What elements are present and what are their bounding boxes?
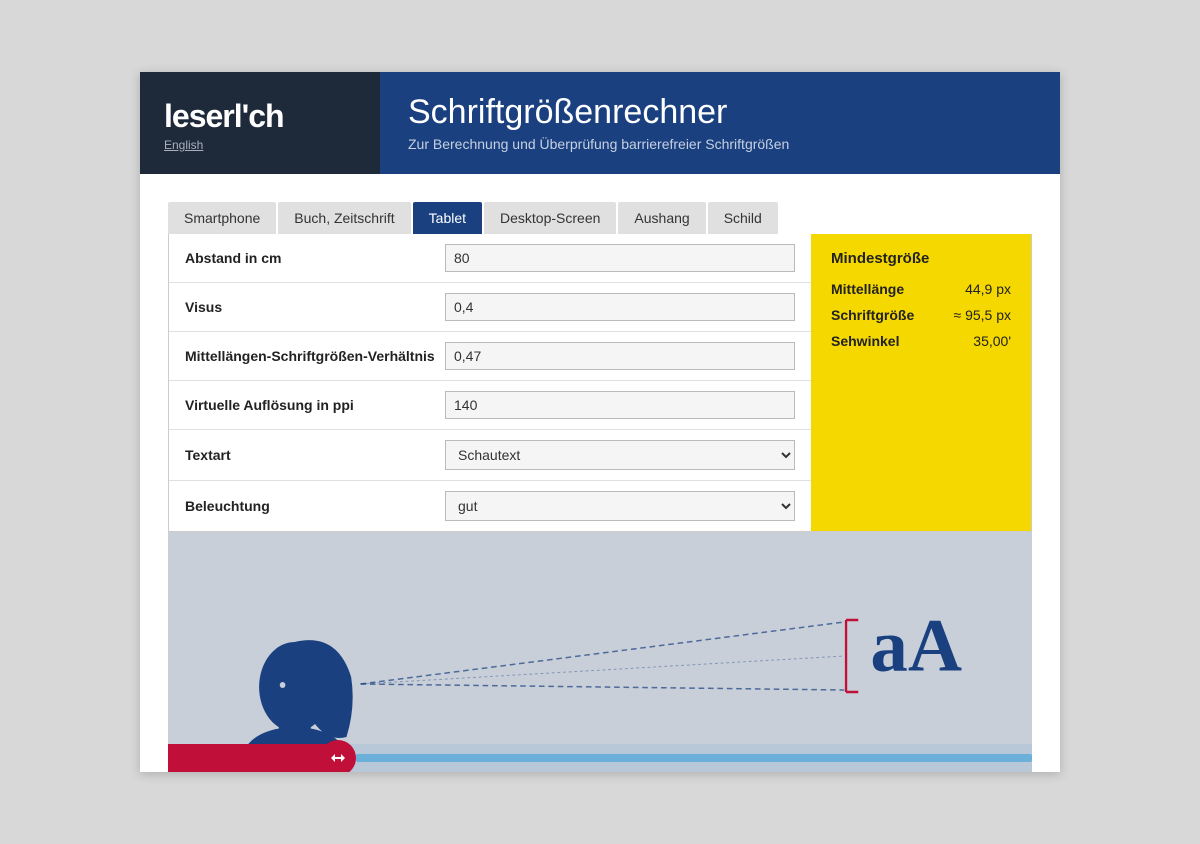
- select-beleuchtung-wrapper: gut mittel schlecht: [445, 491, 795, 521]
- results-value-sehwinkel: 35,00': [973, 333, 1011, 349]
- results-title: Mindestgröße: [831, 250, 1011, 267]
- results-label-schriftgroesse: Schriftgröße: [831, 307, 914, 323]
- results-value-mittellaenge: 44,9 px: [965, 281, 1011, 297]
- distance-bar-red-fill: [168, 744, 338, 772]
- tab-buch[interactable]: Buch, Zeitschrift: [278, 202, 410, 234]
- input-mittellaengen-wrapper: [445, 342, 795, 370]
- tab-smartphone[interactable]: Smartphone: [168, 202, 276, 234]
- select-textart-wrapper: Schautext Fließtext Tabellentext: [445, 440, 795, 470]
- input-visus[interactable]: [445, 293, 795, 321]
- header-title-area: Schriftgrößenrechner Zur Berechnung und …: [380, 72, 1060, 173]
- distance-handle-button[interactable]: [320, 740, 356, 772]
- results-row-sehwinkel: Sehwinkel 35,00': [831, 333, 1011, 349]
- tab-bar: Smartphone Buch, Zeitschrift Tablet Desk…: [168, 202, 1032, 234]
- label-abstand: Abstand in cm: [185, 250, 445, 266]
- input-visus-wrapper: [445, 293, 795, 321]
- distance-bar: [168, 744, 1032, 772]
- main-content: Smartphone Buch, Zeitschrift Tablet Desk…: [140, 174, 1060, 772]
- tab-desktop[interactable]: Desktop-Screen: [484, 202, 616, 234]
- select-beleuchtung[interactable]: gut mittel schlecht: [445, 491, 795, 521]
- input-abstand[interactable]: [445, 244, 795, 272]
- label-beleuchtung: Beleuchtung: [185, 498, 445, 514]
- header: leserl'ch English Schriftgrößenrechner Z…: [140, 72, 1060, 173]
- label-mittellaengen: Mittellängen-Schriftgrößen-Verhältnis: [185, 348, 445, 364]
- app-container: leserl'ch English Schriftgrößenrechner Z…: [140, 72, 1060, 771]
- select-textart[interactable]: Schautext Fließtext Tabellentext: [445, 440, 795, 470]
- tab-schild[interactable]: Schild: [708, 202, 778, 234]
- results-value-schriftgroesse: ≈ 95,5 px: [954, 307, 1012, 323]
- arrow-both-icon: [328, 748, 348, 768]
- input-aufloesung[interactable]: [445, 391, 795, 419]
- label-visus: Visus: [185, 299, 445, 315]
- header-logo: leserl'ch English: [140, 72, 380, 173]
- label-textart: Textart: [185, 447, 445, 463]
- form-row-visus: Visus: [169, 283, 811, 332]
- results-row-schriftgroesse: Schriftgröße ≈ 95,5 px: [831, 307, 1011, 323]
- form-row-beleuchtung: Beleuchtung gut mittel schlecht: [169, 481, 811, 531]
- label-aufloesung: Virtuelle Auflösung in ppi: [185, 397, 445, 413]
- input-abstand-wrapper: [445, 244, 795, 272]
- results-row-mittellaenge: Mittellänge 44,9 px: [831, 281, 1011, 297]
- visualization: aA: [168, 532, 1032, 772]
- tab-aushang[interactable]: Aushang: [618, 202, 705, 234]
- text-sample-display: aA: [870, 608, 962, 683]
- form-row-mittellaengen: Mittellängen-Schriftgrößen-Verhältnis: [169, 332, 811, 381]
- results-label-sehwinkel: Sehwinkel: [831, 333, 899, 349]
- logo-text: leserl'ch: [164, 100, 356, 132]
- form-row-textart: Textart Schautext Fließtext Tabellentext: [169, 430, 811, 481]
- form-results-row: Abstand in cm Visus Mittellängen-Schrift…: [168, 234, 1032, 532]
- input-aufloesung-wrapper: [445, 391, 795, 419]
- lang-link[interactable]: English: [164, 138, 356, 152]
- results-label-mittellaenge: Mittellänge: [831, 281, 904, 297]
- form-row-abstand: Abstand in cm: [169, 234, 811, 283]
- form-area: Abstand in cm Visus Mittellängen-Schrift…: [169, 234, 811, 531]
- form-row-aufloesung: Virtuelle Auflösung in ppi: [169, 381, 811, 430]
- results-panel: Mindestgröße Mittellänge 44,9 px Schrift…: [811, 234, 1031, 531]
- tab-tablet[interactable]: Tablet: [413, 202, 482, 234]
- input-mittellaengen[interactable]: [445, 342, 795, 370]
- page-subtitle: Zur Berechnung und Überprüfung barrieref…: [408, 136, 1032, 152]
- page-title: Schriftgrößenrechner: [408, 94, 1032, 131]
- distance-bar-blue-fill: [356, 754, 1032, 762]
